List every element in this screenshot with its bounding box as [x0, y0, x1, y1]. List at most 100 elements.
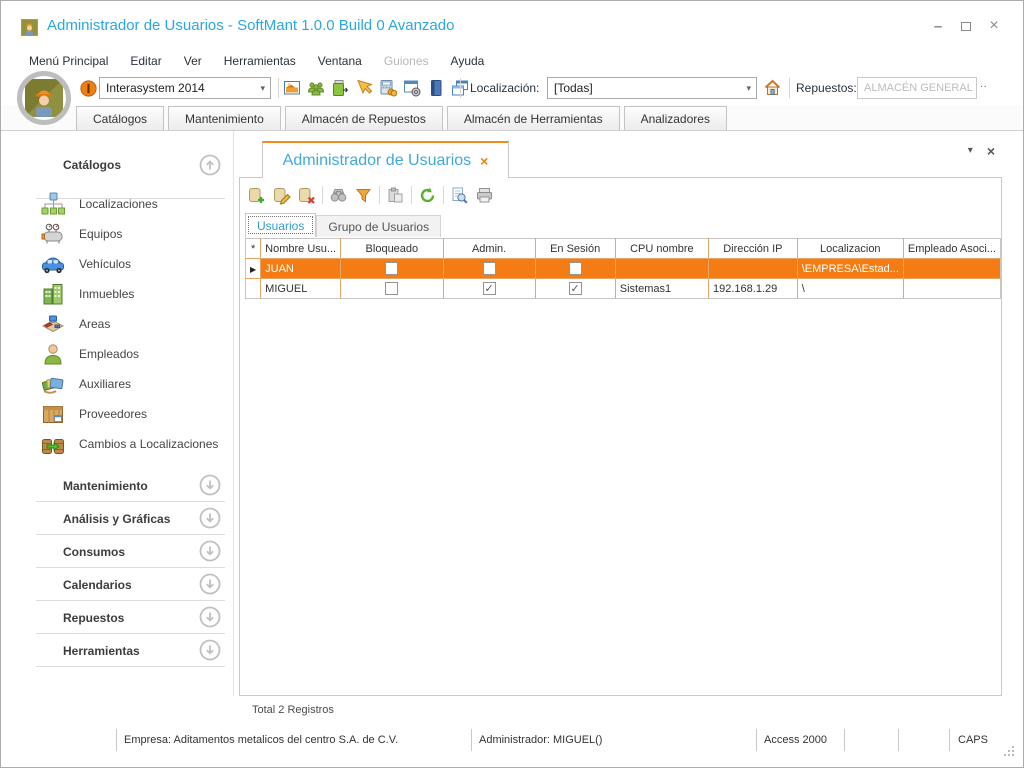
cell-en-sesion[interactable] — [535, 279, 615, 299]
tab-almacen-repuestos[interactable]: Almacén de Repuestos — [285, 106, 443, 130]
cell-cpu[interactable] — [615, 259, 708, 279]
sidebar-group-catalogos[interactable]: Catálogos — [1, 149, 233, 181]
checkbox-bloqueado[interactable] — [385, 262, 398, 275]
checkbox-en-sesion[interactable] — [569, 282, 582, 295]
cell-ip[interactable] — [709, 259, 798, 279]
filter-icon[interactable] — [354, 186, 373, 205]
refresh-icon[interactable] — [418, 186, 437, 205]
expand-down-icon[interactable] — [199, 606, 221, 628]
grid-row-juan[interactable]: ▶ JUAN \EMPRESA\Estad... — [246, 259, 1001, 279]
sidebar-item-cambios-localizaciones[interactable]: Cambios a Localizaciones — [1, 429, 233, 459]
column-header-en-sesion[interactable]: En Sesión — [535, 239, 615, 259]
cell-nombre[interactable]: MIGUEL — [261, 279, 341, 299]
subtab-grupo-usuarios[interactable]: Grupo de Usuarios — [316, 215, 441, 237]
print-icon[interactable] — [475, 186, 494, 205]
print-preview-icon[interactable] — [450, 186, 469, 205]
cell-empleado[interactable] — [903, 279, 1000, 299]
book-icon[interactable] — [427, 79, 445, 97]
home-icon[interactable] — [763, 78, 782, 97]
cell-en-sesion[interactable] — [535, 259, 615, 279]
checkbox-en-sesion[interactable] — [569, 262, 582, 275]
maximize-button[interactable] — [953, 15, 979, 37]
menu-item-editar[interactable]: Editar — [130, 54, 161, 68]
menu-item-menu-principal[interactable]: Menú Principal — [29, 54, 108, 68]
expand-down-icon[interactable] — [199, 474, 221, 496]
sidebar-group-analisis[interactable]: Análisis y Gráficas — [1, 502, 233, 535]
subtab-usuarios[interactable]: Usuarios — [245, 213, 316, 237]
export-drive-icon[interactable] — [331, 79, 349, 97]
profile-combobox[interactable]: Interasystem 2014 ▾ — [99, 77, 271, 99]
sidebar-item-proveedores[interactable]: Proveedores — [1, 399, 233, 429]
add-record-icon[interactable] — [247, 186, 266, 205]
document-list-dropdown-icon[interactable]: ▾ — [968, 143, 973, 159]
edit-record-icon[interactable] — [272, 186, 291, 205]
sidebar-group-calendarios[interactable]: Calendarios — [1, 568, 233, 601]
expand-down-icon[interactable] — [199, 507, 221, 529]
column-header-empleado-asociado[interactable]: Empleado Asoci... — [903, 239, 1000, 259]
resize-grip[interactable] — [1003, 745, 1015, 757]
calculator-coins-icon[interactable] — [379, 79, 397, 97]
search-binoculars-icon[interactable] — [329, 186, 348, 205]
column-header-direccion-ip[interactable]: Dirección IP — [709, 239, 798, 259]
image-icon[interactable] — [283, 79, 301, 97]
collapse-up-icon[interactable] — [199, 154, 221, 176]
close-button[interactable]: × — [981, 15, 1007, 37]
cell-admin[interactable] — [443, 279, 535, 299]
edit-cursor-icon[interactable] — [355, 79, 373, 97]
sidebar-group-repuestos[interactable]: Repuestos — [1, 601, 233, 634]
checkbox-bloqueado[interactable] — [385, 282, 398, 295]
document-tab-close-icon[interactable]: × — [480, 153, 488, 169]
repuestos-input[interactable]: ALMACÉN GENERAL — [857, 77, 977, 99]
minimize-button[interactable]: – — [925, 15, 951, 37]
menu-item-ayuda[interactable]: Ayuda — [451, 54, 485, 68]
sidebar-item-localizaciones[interactable]: Localizaciones — [1, 189, 233, 219]
document-tab-administrador-usuarios[interactable]: Administrador de Usuarios × — [262, 141, 509, 178]
sidebar-item-empleados[interactable]: Empleados — [1, 339, 233, 369]
menu-item-guiones[interactable]: Guiones — [384, 54, 429, 68]
sidebar-group-consumos[interactable]: Consumos — [1, 535, 233, 568]
paste-icon[interactable] — [386, 186, 405, 205]
repuestos-more-button[interactable]: .. — [980, 79, 988, 90]
new-row-asterisk[interactable]: * — [246, 239, 261, 259]
cell-bloqueado[interactable] — [341, 259, 444, 279]
localizacion-combobox[interactable]: [Todas] ▾ — [547, 77, 757, 99]
cell-ip[interactable]: 192.168.1.29 — [709, 279, 798, 299]
sidebar-item-vehiculos[interactable]: Vehículos — [1, 249, 233, 279]
cell-localizacion[interactable]: \ — [797, 279, 903, 299]
menu-item-ventana[interactable]: Ventana — [318, 54, 362, 68]
cell-cpu[interactable]: Sistemas1 — [615, 279, 708, 299]
column-header-cpu-nombre[interactable]: CPU nombre — [615, 239, 708, 259]
column-header-nombre[interactable]: Nombre Usu... — [261, 239, 341, 259]
sidebar-group-herramientas[interactable]: Herramientas — [1, 634, 233, 667]
menu-item-ver[interactable]: Ver — [184, 54, 202, 68]
checkbox-admin[interactable] — [483, 262, 496, 275]
sidebar-item-equipos[interactable]: Equipos — [1, 219, 233, 249]
cell-bloqueado[interactable] — [341, 279, 444, 299]
tab-catalogos[interactable]: Catálogos — [76, 106, 164, 130]
expand-down-icon[interactable] — [199, 639, 221, 661]
menu-item-herramientas[interactable]: Herramientas — [224, 54, 296, 68]
column-header-admin[interactable]: Admin. — [443, 239, 535, 259]
users-group-icon[interactable] — [307, 79, 325, 97]
window-settings-icon[interactable] — [403, 79, 421, 97]
sidebar-item-auxiliares[interactable]: Auxiliares — [1, 369, 233, 399]
delete-record-icon[interactable] — [297, 186, 316, 205]
sidebar-group-mantenimiento[interactable]: Mantenimiento — [1, 469, 233, 502]
tab-analizadores[interactable]: Analizadores — [624, 106, 727, 130]
cell-admin[interactable] — [443, 259, 535, 279]
sidebar-item-areas[interactable]: Areas — [1, 309, 233, 339]
checkbox-admin[interactable] — [483, 282, 496, 295]
tab-almacen-herramientas[interactable]: Almacén de Herramientas — [447, 106, 620, 130]
statusbar-empresa: Empresa: Aditamentos metalicos del centr… — [124, 734, 398, 746]
column-header-localizacion[interactable]: Localizacion — [797, 239, 903, 259]
cell-nombre[interactable]: JUAN — [261, 259, 341, 279]
sidebar-item-inmuebles[interactable]: Inmuebles — [1, 279, 233, 309]
column-header-bloqueado[interactable]: Bloqueado — [341, 239, 444, 259]
document-close-icon[interactable]: × — [987, 143, 995, 159]
expand-down-icon[interactable] — [199, 540, 221, 562]
expand-down-icon[interactable] — [199, 573, 221, 595]
cell-localizacion[interactable]: \EMPRESA\Estad... — [797, 259, 903, 279]
cell-empleado[interactable] — [903, 259, 1000, 279]
tab-mantenimiento[interactable]: Mantenimiento — [168, 106, 281, 130]
grid-row-miguel[interactable]: ▶ MIGUEL Sistemas1 192.168.1.29 \ — [246, 279, 1001, 299]
